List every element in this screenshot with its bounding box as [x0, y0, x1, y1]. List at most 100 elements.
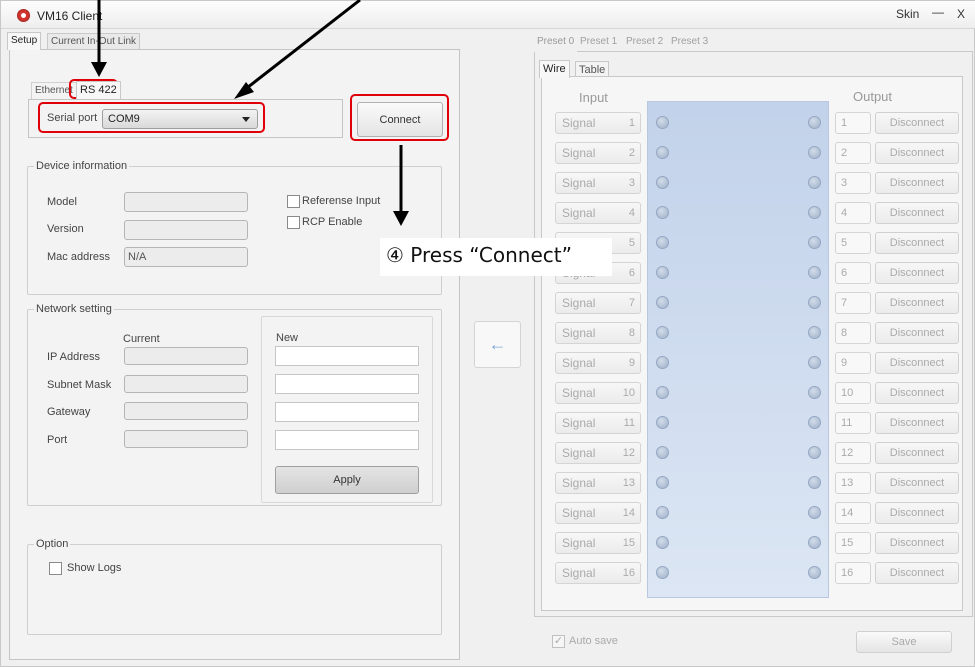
input-node-dot[interactable] [656, 296, 669, 309]
input-number: 13 [622, 477, 635, 489]
input-number: 12 [622, 447, 635, 459]
disconnect-button[interactable]: Disconnect [875, 142, 959, 164]
input-node-dot[interactable] [656, 506, 669, 519]
output-node-dot[interactable] [808, 416, 821, 429]
input-signal-button[interactable]: Signal 10 [555, 382, 641, 404]
disconnect-button[interactable]: Disconnect [875, 442, 959, 464]
output-node-dot[interactable] [808, 176, 821, 189]
input-node-dot[interactable] [656, 566, 669, 579]
gateway-label: Gateway [47, 406, 91, 418]
input-node-dot[interactable] [656, 206, 669, 219]
app-window: VM16 Client Skin — X Setup Current In-Ou… [0, 0, 975, 667]
disconnect-button[interactable]: Disconnect [875, 232, 959, 254]
subnet-current-field [124, 375, 248, 393]
input-signal-button[interactable]: Signal 8 [555, 322, 641, 344]
auto-save-checkbox[interactable]: ✓ [552, 635, 565, 648]
skin-button[interactable]: Skin [896, 7, 919, 21]
input-node-dot[interactable] [656, 386, 669, 399]
disconnect-button[interactable]: Disconnect [875, 172, 959, 194]
input-signal-label: Signal [562, 356, 596, 370]
save-button[interactable]: Save [856, 631, 952, 653]
input-node-dot[interactable] [656, 236, 669, 249]
tab-setup[interactable]: Setup [7, 32, 42, 50]
disconnect-button[interactable]: Disconnect [875, 262, 959, 284]
disconnect-button[interactable]: Disconnect [875, 532, 959, 554]
input-signal-label: Signal [562, 116, 596, 130]
input-signal-button[interactable]: Signal 4 [555, 202, 641, 224]
model-label: Model [47, 196, 77, 208]
output-number: 7 [835, 292, 871, 314]
input-node-dot[interactable] [656, 476, 669, 489]
input-signal-button[interactable]: Signal 3 [555, 172, 641, 194]
output-node-dot[interactable] [808, 536, 821, 549]
output-node-dot[interactable] [808, 236, 821, 249]
routing-matrix[interactable] [647, 101, 829, 598]
input-signal-button[interactable]: Signal 2 [555, 142, 641, 164]
referense-input-checkbox[interactable] [287, 195, 300, 208]
option-title: Option [34, 538, 71, 550]
port-new-input[interactable] [275, 430, 419, 450]
output-node-dot[interactable] [808, 476, 821, 489]
rcp-enable-checkbox[interactable] [287, 216, 300, 229]
output-node-dot[interactable] [808, 296, 821, 309]
input-node-dot[interactable] [656, 536, 669, 549]
input-node-dot[interactable] [656, 266, 669, 279]
input-signal-button[interactable]: Signal 14 [555, 502, 641, 524]
input-node-dot[interactable] [656, 176, 669, 189]
disconnect-button[interactable]: Disconnect [875, 112, 959, 134]
disconnect-button[interactable]: Disconnect [875, 502, 959, 524]
input-signal-button[interactable]: Signal 9 [555, 352, 641, 374]
input-node-dot[interactable] [656, 416, 669, 429]
output-node-dot[interactable] [808, 446, 821, 459]
input-signal-button[interactable]: Signal 1 [555, 112, 641, 134]
disconnect-button[interactable]: Disconnect [875, 382, 959, 404]
tab-preset-2[interactable]: Preset 2 [623, 34, 667, 51]
input-signal-button[interactable]: Signal 16 [555, 562, 641, 584]
subnet-new-input[interactable] [275, 374, 419, 394]
show-logs-checkbox[interactable] [49, 562, 62, 575]
gateway-new-input[interactable] [275, 402, 419, 422]
output-node-dot[interactable] [808, 326, 821, 339]
apply-button[interactable]: Apply [275, 466, 419, 494]
disconnect-button[interactable]: Disconnect [875, 292, 959, 314]
disconnect-button[interactable]: Disconnect [875, 352, 959, 374]
input-signal-button[interactable]: Signal 7 [555, 292, 641, 314]
disconnect-button[interactable]: Disconnect [875, 322, 959, 344]
mac-label: Mac address [47, 251, 110, 263]
input-signal-button[interactable]: Signal 13 [555, 472, 641, 494]
input-node-dot[interactable] [656, 116, 669, 129]
disconnect-button[interactable]: Disconnect [875, 412, 959, 434]
input-node-dot[interactable] [656, 356, 669, 369]
output-node-dot[interactable] [808, 566, 821, 579]
arrow-left-button[interactable]: ← [474, 321, 521, 368]
option-group: Option [27, 538, 442, 635]
close-button[interactable]: X [957, 7, 965, 21]
output-node-dot[interactable] [808, 206, 821, 219]
output-node-dot[interactable] [808, 146, 821, 159]
input-signal-button[interactable]: Signal 12 [555, 442, 641, 464]
output-node-dot[interactable] [808, 266, 821, 279]
ip-new-input[interactable] [275, 346, 419, 366]
disconnect-button[interactable]: Disconnect [875, 202, 959, 224]
minimize-button[interactable]: — [932, 5, 944, 19]
tab-current-in-out-link[interactable]: Current In-Out Link [47, 33, 141, 50]
output-node-dot[interactable] [808, 116, 821, 129]
disconnect-button[interactable]: Disconnect [875, 562, 959, 584]
input-number: 10 [622, 387, 635, 399]
output-node-dot[interactable] [808, 386, 821, 399]
tab-rs422[interactable]: RS 422 [76, 81, 121, 99]
input-node-dot[interactable] [656, 446, 669, 459]
highlight-serial-port [38, 102, 265, 133]
output-number: 15 [835, 532, 871, 554]
input-signal-button[interactable]: Signal 15 [555, 532, 641, 554]
tab-wire[interactable]: Wire [539, 60, 570, 78]
output-node-dot[interactable] [808, 506, 821, 519]
input-signal-button[interactable]: Signal 11 [555, 412, 641, 434]
tab-preset-0[interactable]: Preset 0 [534, 34, 578, 52]
output-node-dot[interactable] [808, 356, 821, 369]
disconnect-button[interactable]: Disconnect [875, 472, 959, 494]
tab-preset-1[interactable]: Preset 1 [577, 34, 621, 51]
tab-preset-3[interactable]: Preset 3 [668, 34, 712, 51]
input-node-dot[interactable] [656, 326, 669, 339]
input-node-dot[interactable] [656, 146, 669, 159]
